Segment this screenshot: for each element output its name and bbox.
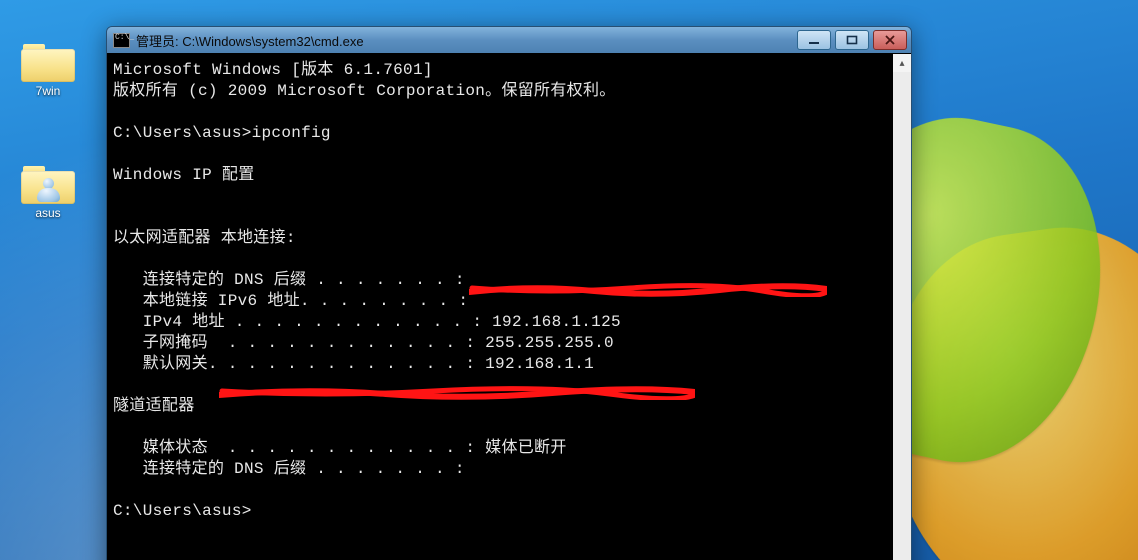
cmd-icon xyxy=(113,33,130,48)
terminal-line xyxy=(113,144,889,165)
terminal-line: 连接特定的 DNS 后缀 . . . . . . . : xyxy=(113,459,889,480)
terminal-line: 隧道适配器 xyxy=(113,396,889,417)
terminal-line: 默认网关. . . . . . . . . . . . . : 192.168.… xyxy=(113,354,889,375)
terminal-line: C:\Users\asus>ipconfig xyxy=(113,123,889,144)
desktop-background: 7win asus 管理员: C:\Windows\system32\cmd.e… xyxy=(0,0,1138,560)
terminal-line xyxy=(113,249,889,270)
desktop-icon-label: asus xyxy=(10,206,86,220)
desktop-icon-7win[interactable]: 7win xyxy=(10,40,86,98)
desktop-icon-asus[interactable]: asus xyxy=(10,162,86,220)
terminal-output[interactable]: Microsoft Windows [版本 6.1.7601]版权所有 (c) … xyxy=(107,54,893,560)
terminal-line xyxy=(113,186,889,207)
window-title: 管理员: C:\Windows\system32\cmd.exe xyxy=(136,31,364,50)
terminal-line: Windows IP 配置 xyxy=(113,165,889,186)
terminal-wrap: Microsoft Windows [版本 6.1.7601]版权所有 (c) … xyxy=(107,54,911,560)
scroll-up-icon[interactable]: ▴ xyxy=(893,54,911,72)
folder-icon xyxy=(21,40,75,82)
terminal-line xyxy=(113,375,889,396)
maximize-button[interactable] xyxy=(835,30,869,50)
person-icon xyxy=(35,178,63,202)
minimize-button[interactable] xyxy=(797,30,831,50)
terminal-line xyxy=(113,417,889,438)
terminal-line: Microsoft Windows [版本 6.1.7601] xyxy=(113,60,889,81)
terminal-line: 媒体状态 . . . . . . . . . . . . : 媒体已断开 xyxy=(113,438,889,459)
terminal-line xyxy=(113,480,889,501)
scrollbar[interactable]: ▴ ▾ xyxy=(893,54,911,560)
cmd-window: 管理员: C:\Windows\system32\cmd.exe Microso… xyxy=(106,26,912,560)
terminal-line: 子网掩码 . . . . . . . . . . . . : 255.255.2… xyxy=(113,333,889,354)
terminal-line xyxy=(113,207,889,228)
desktop-icon-label: 7win xyxy=(10,84,86,98)
terminal-line: IPv4 地址 . . . . . . . . . . . . : 192.16… xyxy=(113,312,889,333)
titlebar[interactable]: 管理员: C:\Windows\system32\cmd.exe xyxy=(107,27,911,54)
window-controls xyxy=(797,30,911,50)
terminal-line xyxy=(113,102,889,123)
terminal-line: 连接特定的 DNS 后缀 . . . . . . . : xyxy=(113,270,889,291)
terminal-line: C:\Users\asus> xyxy=(113,501,889,522)
close-button[interactable] xyxy=(873,30,907,50)
terminal-line: 本地链接 IPv6 地址. . . . . . . . : xyxy=(113,291,889,312)
terminal-line: 以太网适配器 本地连接: xyxy=(113,228,889,249)
terminal-line: 版权所有 (c) 2009 Microsoft Corporation。保留所有… xyxy=(113,81,889,102)
user-folder-icon xyxy=(21,162,75,204)
